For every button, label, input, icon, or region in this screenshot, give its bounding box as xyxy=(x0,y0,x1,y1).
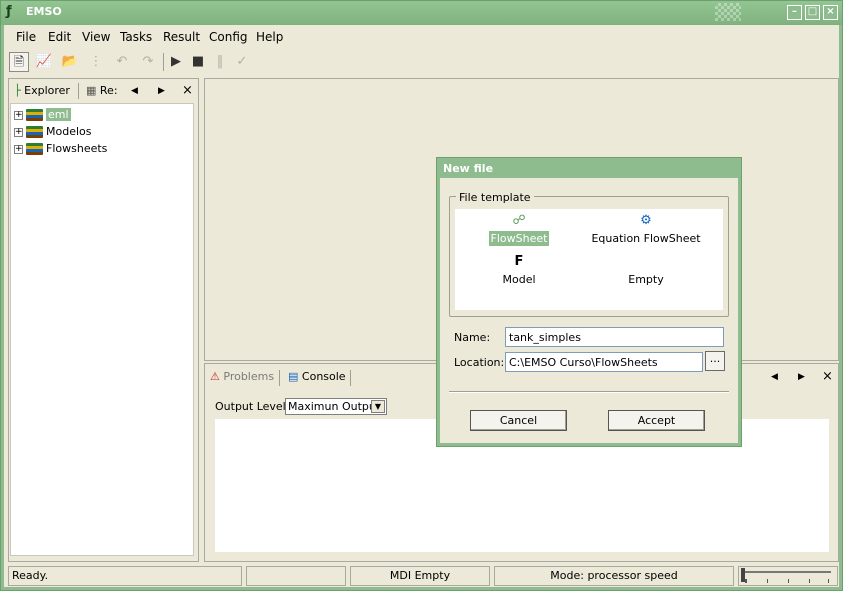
name-label: Name: xyxy=(454,331,491,344)
tab-explorer[interactable]: ├ Explorer xyxy=(14,82,70,100)
status-ready: Ready. xyxy=(8,566,242,586)
library-icon xyxy=(26,143,43,155)
dialog-separator xyxy=(449,391,729,393)
tab-divider xyxy=(350,370,351,386)
pause-icon[interactable]: ‖ xyxy=(210,52,230,72)
template-equation-flowsheet[interactable]: ⚙ Equation FlowSheet xyxy=(590,213,702,245)
console-icon: ▤ xyxy=(288,370,299,383)
tab-scroll-left-icon[interactable]: ◀ xyxy=(771,368,778,386)
flowsheet-icon: ☍ xyxy=(512,213,526,228)
window-title: EMSO xyxy=(26,5,62,18)
accept-button[interactable]: Accept xyxy=(608,410,705,431)
dropdown-arrow-icon[interactable]: ▼ xyxy=(371,400,385,413)
template-label: Model xyxy=(502,273,536,286)
tab-scroll-right-icon[interactable]: ▶ xyxy=(158,82,165,100)
maximize-button[interactable]: □ xyxy=(805,5,820,20)
file-template-label: File template xyxy=(456,191,534,204)
tree-item-modelos[interactable]: + Modelos xyxy=(14,124,92,140)
name-input[interactable] xyxy=(505,327,724,347)
toolbar-separator xyxy=(163,53,164,71)
close-panel-icon[interactable]: × xyxy=(822,368,833,386)
menu-bar: File Edit View Tasks Result Config Help xyxy=(8,27,839,47)
problems-icon: ⚠ xyxy=(210,370,220,383)
equation-flowsheet-icon: ⚙ xyxy=(640,213,652,228)
menu-config[interactable]: Config xyxy=(209,30,248,44)
cancel-button[interactable]: Cancel xyxy=(470,410,567,431)
table-icon: ▦ xyxy=(86,84,97,97)
location-label: Location: xyxy=(454,356,505,369)
menu-result[interactable]: Result xyxy=(163,30,200,44)
new-file-icon[interactable]: 🗎 xyxy=(9,52,29,72)
expand-icon[interactable]: + xyxy=(14,127,23,137)
status-mdi: MDI Empty xyxy=(350,566,490,586)
open-folder-icon[interactable]: 📂 xyxy=(60,52,80,72)
menu-help[interactable]: Help xyxy=(256,30,283,44)
library-icon xyxy=(26,126,43,138)
tree-item-label: Flowsheets xyxy=(46,142,108,155)
template-model[interactable]: F Model xyxy=(495,254,543,286)
slider-ticks xyxy=(745,579,829,583)
tab-scroll-left-icon[interactable]: ◀ xyxy=(131,82,138,100)
menu-edit[interactable]: Edit xyxy=(48,30,71,44)
status-mode: Mode: processor speed xyxy=(494,566,734,586)
template-label: Empty xyxy=(628,273,664,286)
template-empty[interactable]: Empty xyxy=(618,273,674,286)
undo-icon[interactable]: ↶ xyxy=(112,52,132,72)
tab-problems[interactable]: ⚠ Problems xyxy=(210,368,274,386)
title-decoration xyxy=(715,3,741,21)
slider-track xyxy=(745,571,831,573)
tree-item-label: eml xyxy=(46,108,71,121)
menu-view[interactable]: View xyxy=(82,30,110,44)
redo-icon[interactable]: ↷ xyxy=(138,52,158,72)
tree-item-eml[interactable]: + eml xyxy=(14,107,71,123)
tab-divider xyxy=(279,370,280,386)
tree-item-flowsheets[interactable]: + Flowsheets xyxy=(14,141,107,157)
menu-tasks[interactable]: Tasks xyxy=(120,30,152,44)
stop-icon[interactable]: ■ xyxy=(188,52,208,72)
output-level-select[interactable]: Maximun Output ▼ xyxy=(285,398,387,415)
template-label: Equation FlowSheet xyxy=(591,232,701,245)
tab-console-label: Console xyxy=(301,370,346,383)
toolbar: 🗎 📈 📂 ⋮ ↶ ↷ ▶ ■ ‖ ✓ xyxy=(8,50,839,74)
tab-explorer-label: Explorer xyxy=(24,84,70,97)
dialog-title: New file xyxy=(443,162,494,175)
emso-app-icon: ƒ xyxy=(6,4,12,19)
model-icon: F xyxy=(514,254,524,269)
tab-scroll-right-icon[interactable]: ▶ xyxy=(798,368,805,386)
close-button[interactable]: × xyxy=(823,5,838,20)
close-panel-icon[interactable]: × xyxy=(182,82,193,100)
run-icon[interactable]: ▶ xyxy=(166,52,186,72)
template-label: FlowSheet xyxy=(488,231,550,246)
minimize-button[interactable]: – xyxy=(787,5,802,20)
template-flowsheet[interactable]: ☍ FlowSheet xyxy=(487,213,551,246)
location-input[interactable] xyxy=(505,352,703,372)
check-icon[interactable]: ✓ xyxy=(232,52,252,72)
tab-results-label: Re: xyxy=(99,84,118,97)
save-icon[interactable]: ⋮ xyxy=(86,52,106,72)
explorer-tree xyxy=(10,103,194,556)
menu-file[interactable]: File xyxy=(16,30,36,44)
new-chart-icon[interactable]: 📈 xyxy=(34,52,54,72)
tree-item-label: Modelos xyxy=(46,125,92,138)
explorer-tree-icon: ├ xyxy=(14,84,21,97)
output-level-label: Output Level: xyxy=(215,400,290,413)
tab-results[interactable]: ▦ Re: xyxy=(86,82,118,100)
tab-problems-label: Problems xyxy=(223,370,275,383)
speed-slider[interactable] xyxy=(738,566,838,586)
browse-button[interactable]: ... xyxy=(705,351,725,371)
expand-icon[interactable]: + xyxy=(14,110,23,120)
library-icon xyxy=(26,109,43,121)
tab-divider xyxy=(78,83,79,99)
output-level-value: Maximun Output xyxy=(288,400,381,413)
expand-icon[interactable]: + xyxy=(14,144,23,154)
status-empty xyxy=(246,566,346,586)
explorer-tabbar: ├ Explorer ▦ Re: ◀ ▶ × xyxy=(9,79,198,101)
tab-console[interactable]: ▤ Console xyxy=(288,368,346,386)
